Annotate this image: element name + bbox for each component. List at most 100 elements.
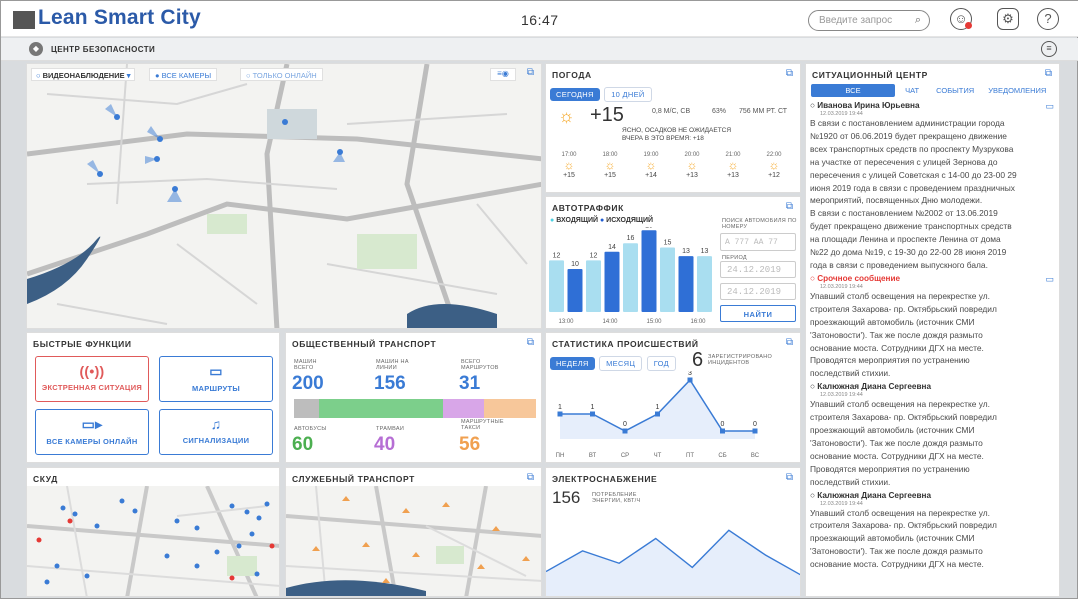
tab-notifications[interactable]: УВЕДОМЛЕНИЯ (983, 84, 1051, 97)
incidents-title: СТАТИСТИКА ПРОИСШЕСТВИЙ (552, 339, 699, 349)
filter-online-only-label: ТОЛЬКО ОНЛАЙН (252, 71, 317, 80)
video-map[interactable] (27, 64, 542, 329)
hour-temp: +15 (563, 172, 575, 179)
external-link-icon[interactable]: ⧉ (786, 201, 793, 212)
camera-icon: ▭▸ (81, 416, 103, 432)
incidents-x-tick: ВС (751, 453, 760, 459)
legend-out-dot: ● (599, 217, 605, 224)
chat-bubble-icon[interactable]: ▭ (1045, 101, 1054, 112)
user-icon[interactable]: ☺ (950, 8, 972, 30)
layers-toggle[interactable]: ≡◉ (490, 68, 516, 81)
external-link-icon[interactable]: ⧉ (527, 472, 534, 483)
help-icon[interactable]: ? (1037, 8, 1059, 30)
tab-chat[interactable]: ЧАТ (897, 84, 927, 97)
external-link-icon[interactable]: ⧉ (786, 337, 793, 348)
message-line: на площади Ленина и проспекте Ленина от … (810, 234, 1001, 245)
message-line: строителя Захарова- пр. Октябрьский повр… (810, 412, 997, 423)
weather-title: ПОГОДА (552, 70, 592, 80)
incidents-x-tick: ПН (556, 453, 565, 459)
menu-icon[interactable]: ≡ (1041, 41, 1057, 57)
external-link-icon[interactable]: ⧉ (527, 67, 534, 78)
message-author: ○ Срочное сообщение (810, 273, 901, 283)
sun-icon: ☼ (563, 158, 575, 172)
chat-bubble-icon[interactable]: ▭ (1045, 274, 1054, 285)
hour-temp: +13 (727, 172, 739, 179)
bell-icon: ♫ (210, 416, 222, 432)
traffic-bar-label: 16 (627, 235, 635, 242)
external-link-icon[interactable]: ⧉ (786, 68, 793, 79)
tab-week[interactable]: НЕДЕЛЯ (550, 357, 595, 370)
incidents-value-label: 0 (623, 421, 627, 428)
routes-button[interactable]: ▭ МАРШРУТЫ (159, 356, 273, 402)
service-transport-map[interactable] (286, 486, 542, 597)
external-link-icon[interactable]: ⧉ (527, 337, 534, 348)
message-line: основание моста. Сотрудники ДГХ на месте… (810, 342, 984, 353)
alarms-label: СИГНАЛИЗАЦИИ (182, 436, 250, 445)
incidents-x-tick: СР (621, 453, 629, 459)
message-line: Проводятся мероприятия по устранению (810, 463, 970, 474)
traffic-bar-in (660, 247, 675, 312)
cars-line-label: МАШИН НА ЛИНИИ (376, 359, 409, 371)
app-frame: Lean Smart City 16:47 Введите запрос ⌕ ☺ … (0, 0, 1078, 599)
date-from-input[interactable]: 24.12.2019 (720, 261, 796, 278)
external-link-icon[interactable]: ⧉ (786, 472, 793, 483)
tab-10-days[interactable]: 10 ДНЕЙ (604, 87, 652, 102)
date-to-input[interactable]: 24.12.2019 (720, 283, 796, 300)
settings-icon[interactable]: ⚙ (997, 8, 1019, 30)
message-author: ○ Калюжная Диана Сергеевна (810, 490, 932, 500)
message-line: последствий стихии. (810, 476, 891, 487)
power-label: ПОТРЕБЛЕНИЕ ЭНЕРГИИ, КВТ/Ч (592, 492, 641, 504)
filter-online-only[interactable]: ○ ТОЛЬКО ОНЛАЙН (240, 68, 323, 81)
power-chart (546, 529, 800, 596)
emergency-button[interactable]: ((•)) ЭКСТРЕННАЯ СИТУАЦИЯ (35, 356, 149, 402)
sun-icon: ☼ (768, 158, 780, 172)
traffic-bar-in (623, 243, 638, 312)
tab-month[interactable]: МЕСЯЦ (599, 356, 643, 371)
video-source-dropdown[interactable]: ○ ВИДЕОНАБЛЮДЕНИЕ ▾ (31, 68, 136, 81)
filter-all-cameras[interactable]: ● ВСЕ КАМЕРЫ (149, 68, 218, 81)
service-title: СЛУЖЕБНЫЙ ТРАНСПОРТ (292, 474, 415, 484)
quick-functions-panel: БЫСТРЫЕ ФУНКЦИИ ((•)) ЭКСТРЕННАЯ СИТУАЦИЯ… (26, 332, 280, 463)
alarms-button[interactable]: ♫ СИГНАЛИЗАЦИИ (159, 409, 273, 455)
external-link-icon[interactable]: ⧉ (1045, 68, 1052, 79)
chevron-down-icon: ▾ (126, 71, 131, 80)
message-line: №1920 от 06.06.2019 будет прекращено дви… (810, 130, 1007, 141)
incidents-value-label: 3 (688, 371, 692, 377)
incidents-x-tick: ПТ (686, 453, 694, 459)
plate-input[interactable]: А 777 АА 77 (720, 233, 796, 251)
bar-segment-bus (319, 399, 443, 418)
message-line: строителя Захарова- пр. Октябрьский повр… (810, 303, 997, 314)
message-line: всех транспортных средств по проспекту М… (810, 143, 1014, 154)
situation-panel: СИТУАЦИОННЫЙ ЦЕНТР ⧉ ВСЕ ЧАТ СОБЫТИЯ УВЕ… (805, 63, 1060, 597)
search-icon[interactable]: ⌕ (915, 14, 921, 27)
message-item[interactable]: ○ Калюжная Диана Сергеевна 12.03.2019 19:… (810, 490, 1059, 572)
tram-label: ТРАМВАИ (376, 426, 405, 432)
tab-events[interactable]: СОБЫТИЯ (929, 84, 981, 97)
message-feed[interactable]: ○ Иванова Ирина Юрьевна ▭ 12.03.2019 19:44… (810, 101, 1059, 596)
clock: 16:47 (521, 12, 559, 28)
traffic-bar-label: 12 (590, 252, 598, 259)
legend-out: ИСХОДЯЩИЙ (606, 217, 654, 224)
message-item[interactable]: ○ Калюжная Диана Сергеевна 12.03.2019 19:… (810, 382, 1059, 488)
traffic-bar-in (549, 260, 564, 312)
incidents-point (687, 377, 693, 383)
message-line: будет прекращено движение транспортных с… (810, 221, 1012, 232)
message-item[interactable]: ○ Иванова Ирина Юрьевна ▭ 12.03.2019 19:44… (810, 101, 1059, 272)
car-icon: ▭ (209, 363, 223, 379)
find-button[interactable]: НАЙТИ (720, 305, 796, 322)
search-input[interactable]: Введите запрос ⌕ (808, 10, 930, 31)
skud-map[interactable] (27, 486, 280, 597)
message-item[interactable]: ○ Срочное сообщение ▭ 12.03.2019 19:44 Упав… (810, 273, 1059, 380)
tab-year[interactable]: ГОД (646, 356, 676, 371)
message-line: 'Затоновости'). Так же после дождя размы… (810, 437, 983, 448)
incidents-value-label: 0 (753, 421, 757, 428)
hourly-forecast: 17:00 ☼ +15 18:00 ☼ +15 19:00 ☼ +14 20:00 ☼ +13 21:0… (552, 152, 796, 190)
shield-icon: ◆ (29, 42, 43, 56)
traffic-bar-label: 14 (608, 244, 616, 251)
tab-today[interactable]: СЕГОДНЯ (550, 88, 600, 101)
power-panel: ЭЛЕКТРОСНАБЖЕНИЕ ⧉ 156 ПОТРЕБЛЕНИЕ ЭНЕРГ… (545, 467, 801, 597)
tab-all[interactable]: ВСЕ (811, 84, 895, 97)
skud-title: СКУД (33, 474, 58, 484)
message-line: проезжающий автомобиль (источник СМИ (810, 425, 975, 436)
all-cameras-button[interactable]: ▭▸ ВСЕ КАМЕРЫ ОНЛАЙН (35, 409, 149, 455)
